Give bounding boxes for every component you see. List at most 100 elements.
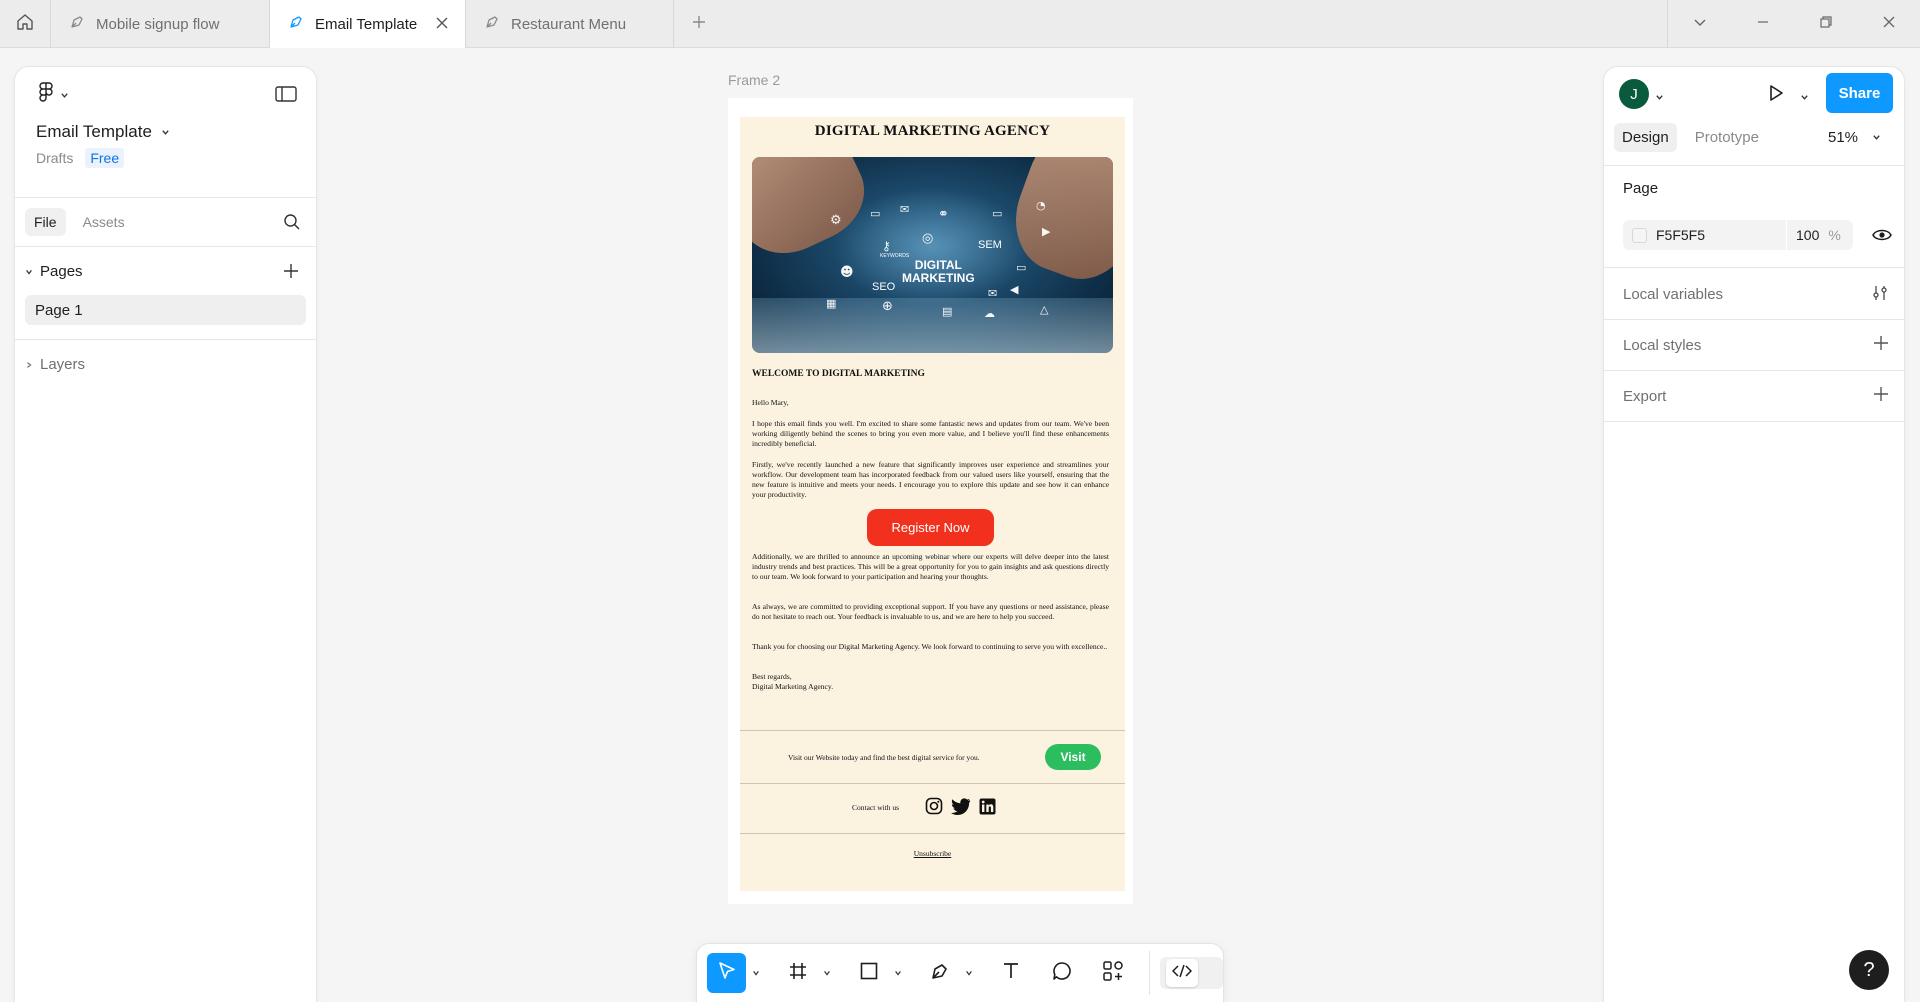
local-styles-label[interactable]: Local styles: [1623, 337, 1701, 354]
contact-text: Contact with us: [852, 803, 900, 812]
layers-title: Layers: [40, 355, 86, 373]
pages-header[interactable]: Pages: [15, 247, 316, 295]
shape-tool-button[interactable]: [849, 953, 888, 993]
hero-glow: [832, 187, 1032, 307]
twitter-icon[interactable]: [951, 797, 971, 820]
page-color-field[interactable]: F5F5F5 100 %: [1623, 220, 1853, 250]
chevron-down-icon: [1872, 129, 1881, 146]
visit-button[interactable]: Visit: [1045, 744, 1101, 770]
chevron-down-icon: [1692, 14, 1708, 35]
export-label[interactable]: Export: [1623, 388, 1666, 405]
paragraph-5: Thank you for choosing our Digital Marke…: [752, 642, 1108, 651]
file-name: Email Template: [36, 122, 152, 141]
computer-icon: ▭: [1016, 261, 1027, 274]
comment-tool-button[interactable]: [1042, 953, 1081, 993]
pen-tool-dropdown[interactable]: [959, 953, 979, 993]
add-page-icon[interactable]: [283, 263, 299, 283]
tab-design[interactable]: Design: [1614, 123, 1677, 152]
color-swatch[interactable]: [1632, 227, 1647, 243]
minimize-button[interactable]: [1731, 0, 1794, 48]
restore-button[interactable]: [1794, 0, 1857, 48]
code-icon: [1171, 964, 1193, 983]
share-button[interactable]: Share: [1826, 73, 1893, 113]
chat-icon: ✉: [900, 203, 910, 216]
left-panel: Email Template Drafts Free File Assets P…: [15, 67, 316, 1002]
shape-tool-dropdown[interactable]: [888, 953, 908, 993]
tab-list-button[interactable]: [1668, 0, 1731, 48]
divider: [1604, 165, 1904, 166]
chevron-down-icon[interactable]: [1800, 89, 1809, 107]
text-tool-button[interactable]: [991, 953, 1030, 993]
plus-icon[interactable]: [1873, 335, 1889, 356]
frame-tool-button[interactable]: [778, 953, 817, 993]
file-location[interactable]: Drafts: [36, 150, 73, 166]
tab-restaurant-menu[interactable]: Restaurant Menu: [466, 0, 674, 48]
left-panel-tabs: File Assets: [15, 197, 316, 247]
tab-prototype[interactable]: Prototype: [1687, 123, 1767, 152]
signoff: Best regards, Digital Marketing Agency.: [752, 672, 1109, 692]
figma-logo-icon: [38, 82, 54, 109]
email-title: DIGITAL MARKETING AGENCY: [814, 123, 1051, 139]
signoff-line-2: Digital Marketing Agency.: [752, 682, 834, 691]
dev-mode-knob: [1165, 959, 1198, 987]
tab-mobile-signup-flow[interactable]: Mobile signup flow: [51, 0, 270, 48]
instagram-icon[interactable]: [925, 797, 943, 820]
file-header: Email Template Drafts Free: [15, 67, 316, 197]
plus-icon: [691, 14, 707, 35]
restore-icon: [1818, 14, 1834, 35]
comment-icon: [1052, 961, 1072, 986]
calendar-icon: ▦: [826, 297, 837, 310]
page-opacity-field[interactable]: 100 %: [1786, 220, 1846, 250]
move-tool-button[interactable]: [707, 953, 747, 993]
plus-icon[interactable]: [1873, 386, 1889, 407]
tab-assets[interactable]: Assets: [74, 208, 134, 236]
email-template[interactable]: DIGITAL MARKETING AGENCY ⚙ ▭ ✉ ◎ ⚭ ▭ ◔ ▶…: [740, 117, 1125, 891]
main-menu-button[interactable]: [38, 82, 69, 109]
new-tab-button[interactable]: [674, 0, 724, 48]
tab-file[interactable]: File: [25, 208, 66, 236]
dev-mode-toggle[interactable]: [1159, 957, 1223, 989]
eye-icon[interactable]: [1872, 227, 1892, 248]
frame-tool-dropdown[interactable]: [817, 953, 837, 993]
cursor-icon: [717, 961, 737, 986]
tab-bar: Mobile signup flow Email Template Restau…: [0, 0, 1920, 48]
search-icon[interactable]: [283, 213, 301, 236]
text-icon: [1001, 961, 1021, 986]
page-item[interactable]: Page 1: [25, 295, 306, 325]
hero-image[interactable]: ⚙ ▭ ✉ ◎ ⚭ ▭ ◔ ▶ ⚷ KEYWORDS SEM SEO ☻ ▭ ▦…: [752, 157, 1113, 353]
chevron-down-icon: [25, 263, 33, 280]
frame-label[interactable]: Frame 2: [728, 72, 780, 88]
layers-header[interactable]: Layers: [15, 340, 316, 388]
link-icon: ⚭: [938, 207, 949, 222]
close-window-button[interactable]: [1857, 0, 1920, 48]
local-variables-label[interactable]: Local variables: [1623, 286, 1723, 303]
monitor-icon: ▭: [992, 207, 1003, 220]
zoom-control[interactable]: 51%: [1828, 129, 1881, 146]
move-tool-dropdown[interactable]: [746, 953, 766, 993]
page-color-hex[interactable]: F5F5F5: [1656, 227, 1786, 243]
greeting: Hello Mary,: [752, 398, 789, 407]
sidebar-icon: [275, 86, 297, 107]
home-button[interactable]: [0, 0, 51, 48]
hero-reflection: [752, 298, 1113, 353]
close-icon: [1881, 14, 1897, 35]
linkedin-icon[interactable]: [979, 798, 996, 820]
avatar[interactable]: J: [1619, 79, 1649, 109]
pen-tool-button[interactable]: [920, 953, 959, 993]
chevron-down-icon[interactable]: [1655, 89, 1664, 107]
plan-badge[interactable]: Free: [85, 148, 125, 168]
close-tab-icon[interactable]: [435, 16, 449, 34]
toggle-sidebar-button[interactable]: [275, 85, 297, 108]
variables-icon[interactable]: [1871, 284, 1889, 307]
help-button[interactable]: ?: [1849, 950, 1889, 990]
rectangle-icon: [859, 961, 879, 986]
actions-button[interactable]: [1094, 953, 1133, 993]
file-name-menu[interactable]: Email Template: [36, 122, 170, 142]
tab-email-template[interactable]: Email Template: [270, 0, 466, 48]
draft-file-icon: [288, 14, 304, 34]
unsubscribe-link[interactable]: Unsubscribe: [740, 849, 1125, 858]
frame[interactable]: DIGITAL MARKETING AGENCY ⚙ ▭ ✉ ◎ ⚭ ▭ ◔ ▶…: [728, 98, 1133, 904]
register-now-button[interactable]: Register Now: [867, 509, 994, 546]
present-play-icon[interactable]: [1766, 83, 1786, 108]
tab-label: Email Template: [315, 15, 418, 33]
